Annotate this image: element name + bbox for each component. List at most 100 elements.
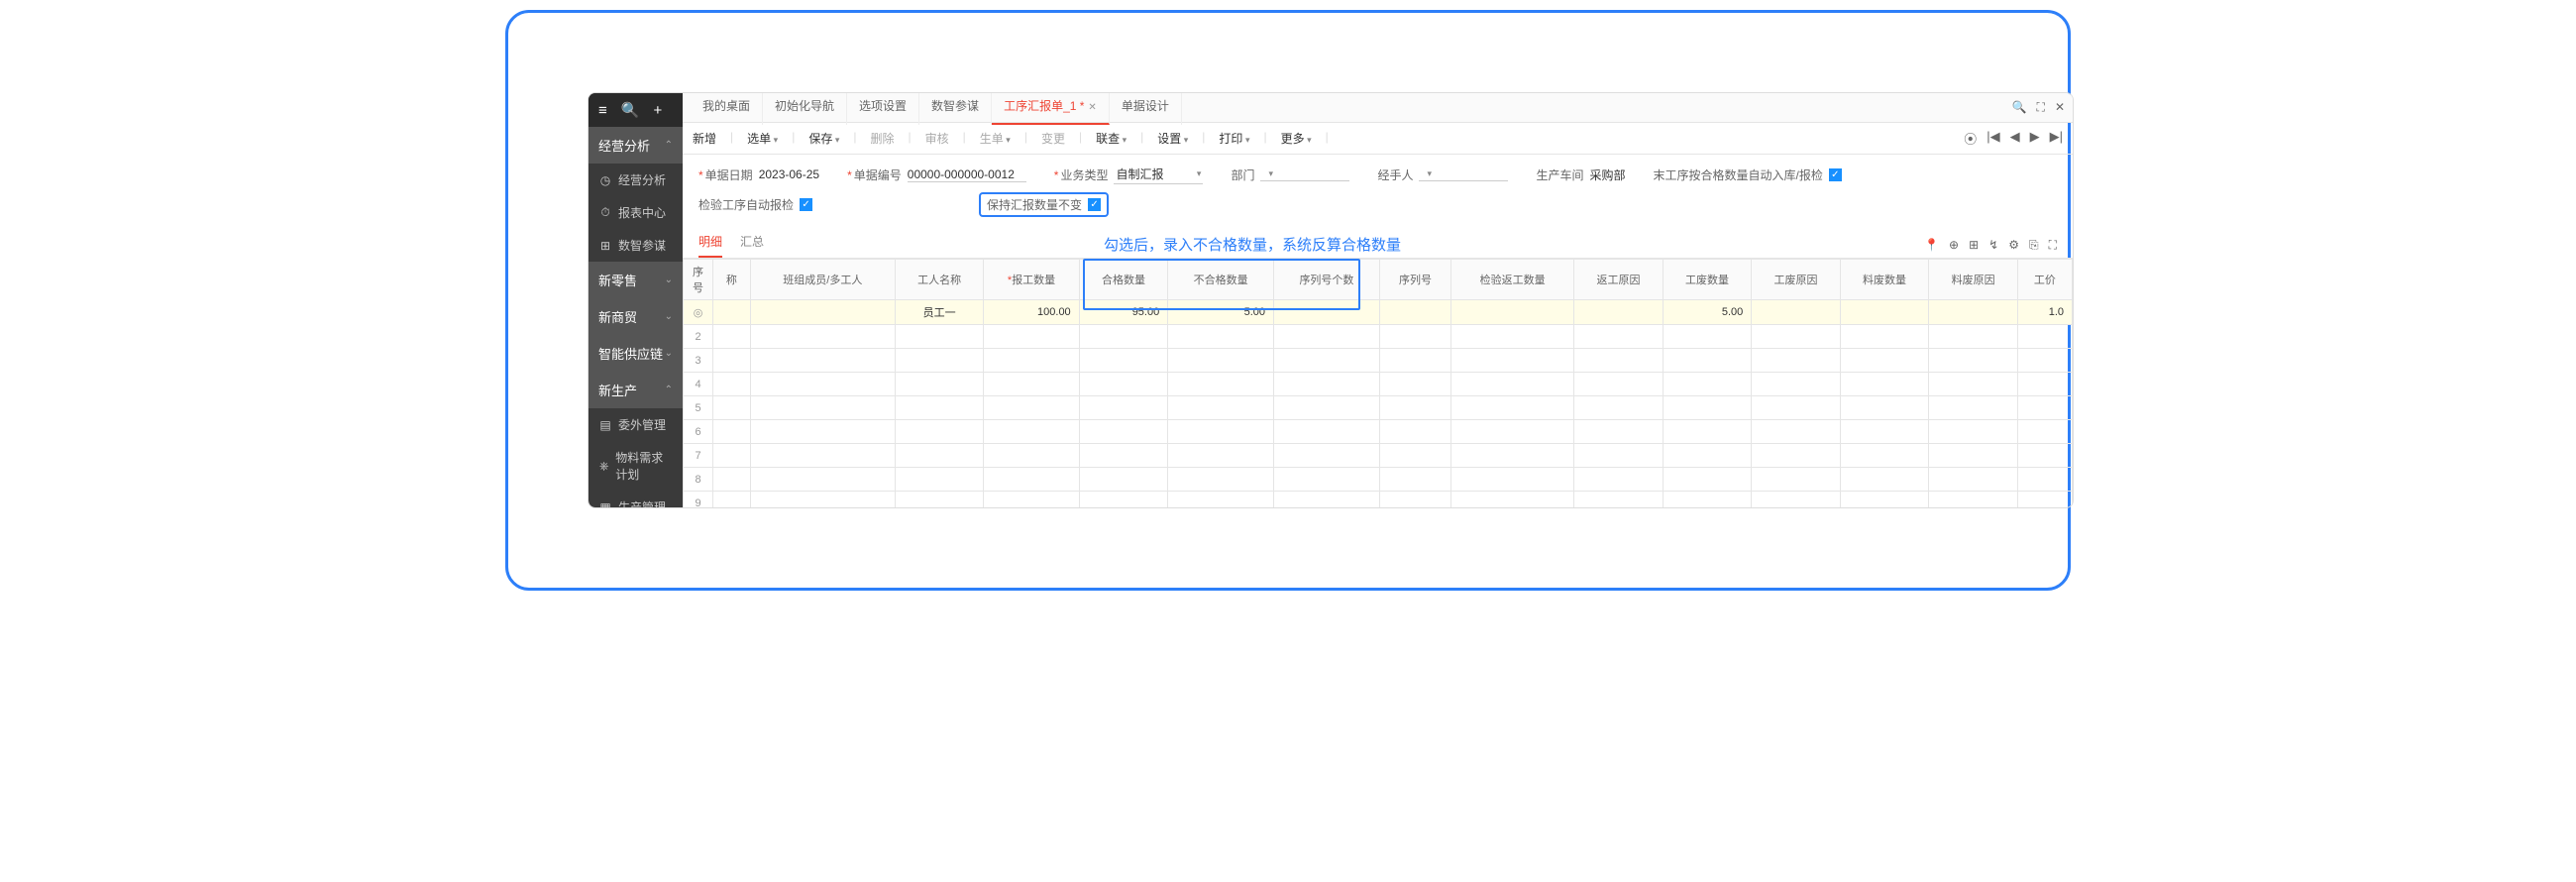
table-row-empty[interactable]: 5 <box>684 396 2073 420</box>
toolbar-btn-新增[interactable]: 新增 <box>693 130 716 147</box>
cell[interactable] <box>1451 300 1574 325</box>
col-header-14[interactable]: 料废原因 <box>1929 260 2018 300</box>
cell[interactable] <box>1752 300 1841 325</box>
col-header-13[interactable]: 料废数量 <box>1840 260 1929 300</box>
field-doc-no[interactable]: 单据编号 00000-000000-0012 <box>847 166 1026 183</box>
col-header-12[interactable]: 工废原因 <box>1752 260 1841 300</box>
table-row-empty[interactable]: 3 <box>684 349 2073 373</box>
next-record-icon[interactable]: ▶ <box>2030 129 2040 148</box>
table-row-empty[interactable]: 8 <box>684 468 2073 492</box>
col-header-10[interactable]: 返工原因 <box>1574 260 1664 300</box>
refresh-icon[interactable]: ↯ <box>1988 238 1998 253</box>
col-header-15[interactable]: 工价 <box>2017 260 2072 300</box>
cell[interactable] <box>1379 300 1450 325</box>
table-row-empty[interactable]: 6 <box>684 420 2073 444</box>
col-header-9[interactable]: 检验返工数量 <box>1451 260 1574 300</box>
tab-search-icon[interactable]: 🔍 <box>2012 100 2027 115</box>
table-row-empty[interactable]: 7 <box>684 444 2073 468</box>
col-header-2[interactable]: 班组成员/多工人 <box>750 260 895 300</box>
grid-icon[interactable]: ⊞ <box>1969 238 1979 253</box>
tab-选项设置[interactable]: 选项设置 <box>847 93 919 125</box>
copy-icon[interactable]: ⎘ <box>2029 238 2039 253</box>
toolbar-btn-打印[interactable]: 打印 <box>1219 130 1249 147</box>
search-icon[interactable]: 🔍 <box>621 101 640 119</box>
cell[interactable] <box>1929 300 2018 325</box>
col-header-0[interactable]: 序号 <box>684 260 713 300</box>
select-dept[interactable] <box>1260 167 1349 181</box>
cell[interactable] <box>750 300 895 325</box>
toolbar-btn-设置[interactable]: 设置 <box>1157 130 1188 147</box>
tab-fullscreen-icon[interactable]: ⛶ <box>2037 100 2045 115</box>
checkbox-keep-qty[interactable]: ✓ <box>1088 198 1101 211</box>
field-handler[interactable]: 经手人 <box>1377 166 1508 183</box>
tab-数智参谋[interactable]: 数智参谋 <box>919 93 992 125</box>
table-row-empty[interactable]: 9 <box>684 492 2073 508</box>
locate-icon[interactable]: ⦿ <box>1964 129 1977 148</box>
select-biz-type[interactable]: 自制汇报 <box>1114 165 1203 184</box>
cell[interactable]: 1.0 <box>2017 300 2072 325</box>
col-header-1[interactable]: 称 <box>713 260 751 300</box>
tab-close-x[interactable]: ✕ <box>1088 102 1096 113</box>
tab-初始化导航[interactable]: 初始化导航 <box>763 93 847 125</box>
col-header-5[interactable]: 合格数量 <box>1079 260 1168 300</box>
sidebar-item-经营分析[interactable]: ◷经营分析 <box>589 164 683 196</box>
cell[interactable]: 100.00 <box>984 300 1079 325</box>
field-workshop[interactable]: 生产车间 采购部 <box>1536 166 1625 183</box>
cell[interactable] <box>1840 300 1929 325</box>
add-row-icon[interactable]: ⊕ <box>1949 238 1959 253</box>
toolbar-btn-更多[interactable]: 更多 <box>1281 130 1312 147</box>
field-doc-date[interactable]: 单据日期 2023-06-25 <box>698 166 819 183</box>
sidebar-item-生产管理[interactable]: ▦生产管理 <box>589 491 683 508</box>
col-header-11[interactable]: 工废数量 <box>1663 260 1752 300</box>
sidebar-section-经营分析[interactable]: 经营分析⌃ <box>589 127 683 164</box>
sidebar-section-新生产[interactable]: 新生产⌃ <box>589 372 683 408</box>
col-header-3[interactable]: 工人名称 <box>895 260 984 300</box>
field-biz-type[interactable]: 业务类型 自制汇报 <box>1054 165 1204 184</box>
pin-icon[interactable]: 📍 <box>1924 238 1939 253</box>
toolbar-btn-保存[interactable]: 保存 <box>808 130 839 147</box>
col-header-4[interactable]: *报工数量 <box>984 260 1079 300</box>
cell[interactable]: 95.00 <box>1079 300 1168 325</box>
prev-record-icon[interactable]: ◀ <box>2010 129 2020 148</box>
cell[interactable] <box>713 300 751 325</box>
sidebar-section-智能供应链[interactable]: 智能供应链⌄ <box>589 335 683 372</box>
detail-table[interactable]: 序号称班组成员/多工人工人名称*报工数量合格数量不合格数量序列号个数序列号检验返… <box>683 259 2073 507</box>
cell[interactable]: 员工一 <box>895 300 984 325</box>
field-keep-qty[interactable]: 保持汇报数量不变 ✓ <box>979 192 1109 217</box>
sidebar-item-物料需求计划[interactable]: ⎈物料需求计划 <box>589 441 683 491</box>
menu-icon[interactable]: ≡ <box>598 102 607 119</box>
checkbox-auto-inspect[interactable]: ✓ <box>800 198 812 211</box>
table-row-empty[interactable]: 2 <box>684 325 2073 349</box>
tab-close-icon[interactable]: ✕ <box>2055 100 2065 115</box>
checkbox-auto-in[interactable]: ✓ <box>1829 168 1842 181</box>
select-handler[interactable] <box>1419 167 1508 181</box>
field-auto-in[interactable]: 末工序按合格数量自动入库/报检 ✓ <box>1654 166 1842 183</box>
cell[interactable]: 5.00 <box>1663 300 1752 325</box>
col-header-6[interactable]: 不合格数量 <box>1168 260 1274 300</box>
toolbar-btn-联查[interactable]: 联查 <box>1096 130 1127 147</box>
tab-单据设计[interactable]: 单据设计 <box>1110 93 1182 125</box>
field-auto-inspect[interactable]: 检验工序自动报检 ✓ <box>698 196 812 213</box>
sidebar-section-新商贸[interactable]: 新商贸⌄ <box>589 298 683 335</box>
col-header-7[interactable]: 序列号个数 <box>1274 260 1380 300</box>
table-row[interactable]: ◎员工一100.0095.005.005.001.0 <box>684 300 2073 325</box>
cell[interactable] <box>1274 300 1380 325</box>
subtab-汇总[interactable]: 汇总 <box>740 233 764 258</box>
cell[interactable]: 5.00 <box>1168 300 1274 325</box>
col-header-8[interactable]: 序列号 <box>1379 260 1450 300</box>
tab-工序汇报单_1 *[interactable]: 工序汇报单_1 *✕ <box>992 93 1110 125</box>
first-record-icon[interactable]: |◀ <box>1986 129 1999 148</box>
table-row-empty[interactable]: 4 <box>684 373 2073 396</box>
settings-icon[interactable]: ⚙ <box>2008 238 2019 253</box>
last-record-icon[interactable]: ▶| <box>2050 129 2063 148</box>
tab-我的桌面[interactable]: 我的桌面 <box>691 93 763 125</box>
sidebar-item-报表中心[interactable]: ⏱报表中心 <box>589 196 683 229</box>
toolbar-btn-选单[interactable]: 选单 <box>747 130 778 147</box>
sidebar-item-委外管理[interactable]: ▤委外管理 <box>589 408 683 441</box>
row-action-icon[interactable]: ◎ <box>694 307 703 319</box>
expand-icon[interactable]: ⛶ <box>2049 238 2057 253</box>
cell[interactable] <box>1574 300 1664 325</box>
field-dept[interactable]: 部门 <box>1231 166 1349 183</box>
add-icon[interactable]: + <box>653 102 662 119</box>
subtab-明细[interactable]: 明细 <box>698 233 722 258</box>
